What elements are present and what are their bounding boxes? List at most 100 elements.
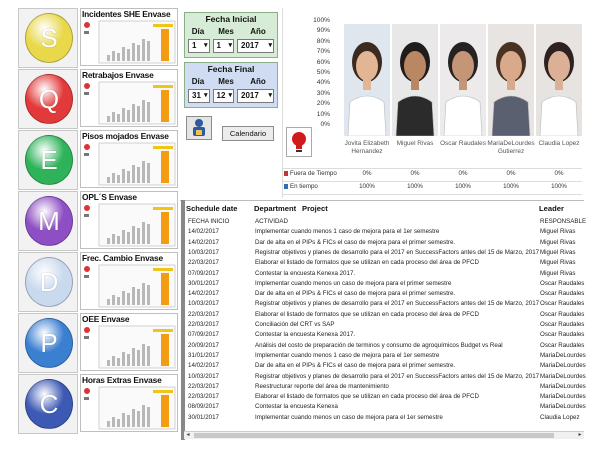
project-activity-cell: Elaborar el listado de formatos que se u… <box>255 310 479 318</box>
letter-tile-d[interactable]: D <box>18 252 78 312</box>
mini-bar <box>147 407 150 427</box>
project-row[interactable]: 07/09/2017 Contestar la encuesta Kenexa 2… <box>188 331 584 339</box>
project-row[interactable]: 07/09/2017 Contestar la encuesta Kenexa 2… <box>188 270 584 278</box>
project-row[interactable]: 10/03/2017 Registrar objetivos y planes d… <box>188 372 586 381</box>
anio-label: Año <box>250 27 266 36</box>
mini-bar-chart <box>98 20 176 64</box>
mini-bar <box>112 295 115 305</box>
mini-bar <box>107 55 110 61</box>
mini-bar <box>132 287 135 305</box>
letter-tile-e[interactable]: E <box>18 130 78 190</box>
project-activity-cell: Elaborar el listado de formatos que se u… <box>255 393 479 401</box>
series-value-cell: 100% <box>407 183 423 190</box>
calendario-button[interactable]: Calendario <box>222 126 274 141</box>
mini-bar <box>127 293 130 305</box>
series-value-cell: 100% <box>359 183 375 190</box>
project-row[interactable]: 31/01/2017 Implementar cuando menos 1 cas… <box>188 352 586 360</box>
mini-bar <box>137 167 140 183</box>
mini-chart-panel[interactable]: Retrabajos Envase <box>80 69 178 127</box>
schedule-date-cell: 10/03/2017 <box>188 248 219 256</box>
mini-bar <box>137 289 140 305</box>
project-row[interactable]: 20/09/2017 Análisis del costo de preparac… <box>188 342 584 350</box>
anio-label: Año <box>250 77 266 86</box>
mini-bar-chart <box>98 325 176 369</box>
project-activity-cell: Registrar objetivos y planes de desarrol… <box>255 248 539 256</box>
mini-chart-panel[interactable]: Pisos mojados Envase <box>80 130 178 188</box>
mini-bar <box>122 47 125 61</box>
series-value-cell: 0% <box>362 170 372 177</box>
project-row[interactable]: 22/03/2017 Elaborar el listado de formato… <box>188 311 584 319</box>
fecha-inicial-anio-select[interactable]: 2017 <box>237 39 275 53</box>
mini-bar <box>127 354 130 366</box>
legend-swatch <box>284 184 288 189</box>
mini-bar <box>142 161 145 183</box>
vertical-scrollbar[interactable] <box>181 200 185 440</box>
letter-tile-c[interactable]: C <box>18 374 78 434</box>
fecha-inicial-dia-select[interactable]: 1 <box>188 39 210 53</box>
leader-cell: Miguel Rivas <box>540 259 576 267</box>
target-band <box>153 85 173 88</box>
leader-cell: Miguel Rivas <box>540 238 576 246</box>
project-row[interactable]: 22/03/2017 Elaborar el listado de formato… <box>188 259 584 267</box>
mini-bar <box>142 344 145 366</box>
schedule-date-cell: 22/03/2017 <box>188 259 219 267</box>
project-row[interactable]: 22/03/2017 Reestructurar reporte del área… <box>188 383 586 391</box>
person-photo <box>488 24 534 136</box>
letter-tile-m[interactable]: M <box>18 191 78 251</box>
mini-bar <box>142 39 145 61</box>
letter-egg-icon: Q <box>25 74 73 124</box>
fecha-final-anio-select[interactable]: 2017 <box>237 89 275 103</box>
project-activity-cell: Contestar la encuesta Kenexa 2017. <box>255 331 356 339</box>
schedule-date-cell: 10/03/2017 <box>188 300 219 308</box>
mini-chart-panel[interactable]: OPL´S Envase <box>80 191 178 249</box>
letter-tile-p[interactable]: P <box>18 313 78 373</box>
project-row[interactable]: 30/01/2017 Implementar cuando menos un ca… <box>188 280 584 288</box>
mini-bar <box>122 291 125 305</box>
series-value-cell: 100% <box>551 183 567 190</box>
series-value-cell: 0% <box>410 170 420 177</box>
mini-bar <box>112 173 115 183</box>
user-report-button[interactable] <box>186 116 212 140</box>
project-activity-cell: Registrar objetivos y planes de desarrol… <box>255 372 539 380</box>
leader-cell: Oscar Raudales <box>540 290 585 298</box>
highlight-bar <box>161 29 169 61</box>
schedule-date-cell: 30/01/2017 <box>188 279 219 287</box>
mini-chart-panel[interactable]: Frec. Cambio Envase <box>80 252 178 310</box>
mini-bar-chart <box>98 81 176 125</box>
project-row[interactable]: 08/09/2017 Contestar la encuesta Kenexa Ma… <box>188 403 586 411</box>
mini-bar <box>127 232 130 244</box>
mini-chart-panel[interactable]: Incidentes SHE Envase <box>80 8 178 66</box>
project-row[interactable]: 14/02/2017 Implementar cuando menos 1 cas… <box>188 228 584 236</box>
leader-cell: Oscar Raudales <box>540 300 585 308</box>
horizontal-scrollbar[interactable]: ◂ ▸ <box>184 431 584 439</box>
mini-chart-panel[interactable]: Horas Extras Envase <box>80 374 178 432</box>
series-value-cell: 100% <box>455 183 471 190</box>
project-row[interactable]: 14/02/2017 Dar de alta en el PIPs & FICs … <box>188 290 584 298</box>
legend-swatch <box>284 171 288 176</box>
project-row[interactable]: 22/03/2017 Elaborar el listado de formato… <box>188 393 586 401</box>
project-row[interactable]: 14/02/2017 Dar de alta en el PIPs & FICs … <box>188 362 586 370</box>
project-row[interactable]: 22/03/2017 Conciliación del CRT vs SAP Osc… <box>188 321 584 329</box>
leader-cell: RESPONSABLE <box>540 218 587 225</box>
y-tick-label: 90% <box>316 27 330 35</box>
table-gridline <box>282 168 582 169</box>
schedule-date-cell: 20/09/2017 <box>188 341 219 349</box>
fecha-final-mes-select[interactable]: 12 <box>212 89 234 103</box>
series-name-label: Fuera de Tiempo <box>290 170 337 177</box>
mini-chart-panel[interactable]: OEE Envase <box>80 313 178 371</box>
schedule-date-cell: 22/03/2017 <box>188 321 219 328</box>
dia-label: Día <box>191 27 205 36</box>
fecha-inicial-mes-select[interactable]: 1 <box>212 39 234 53</box>
letter-tile-s[interactable]: S <box>18 8 78 68</box>
project-row[interactable]: 14/02/2017 Dar de alta en el PIPs & FICs … <box>188 239 584 247</box>
project-activity-cell: Implementar cuando menos un caso de mejo… <box>255 279 452 287</box>
project-row[interactable]: 10/03/2017 Registrar objetivos y planes d… <box>188 249 584 257</box>
project-row[interactable]: 30/01/2017 Implementar cuando menos un ca… <box>188 414 584 422</box>
project-row[interactable]: 10/03/2017 Registrar objetivos y planes d… <box>188 300 584 308</box>
letter-tile-q[interactable]: Q <box>18 69 78 129</box>
fecha-final-dia-select[interactable]: 31 <box>188 89 210 103</box>
mini-bar <box>107 421 110 427</box>
project-activity-cell: Implementar cuando menos 1 caso de mejor… <box>255 228 440 236</box>
project-row[interactable]: FECHA INICIO ACTIVIDAD RESPONSABLE <box>188 218 586 226</box>
project-activity-cell: ACTIVIDAD <box>255 218 289 225</box>
